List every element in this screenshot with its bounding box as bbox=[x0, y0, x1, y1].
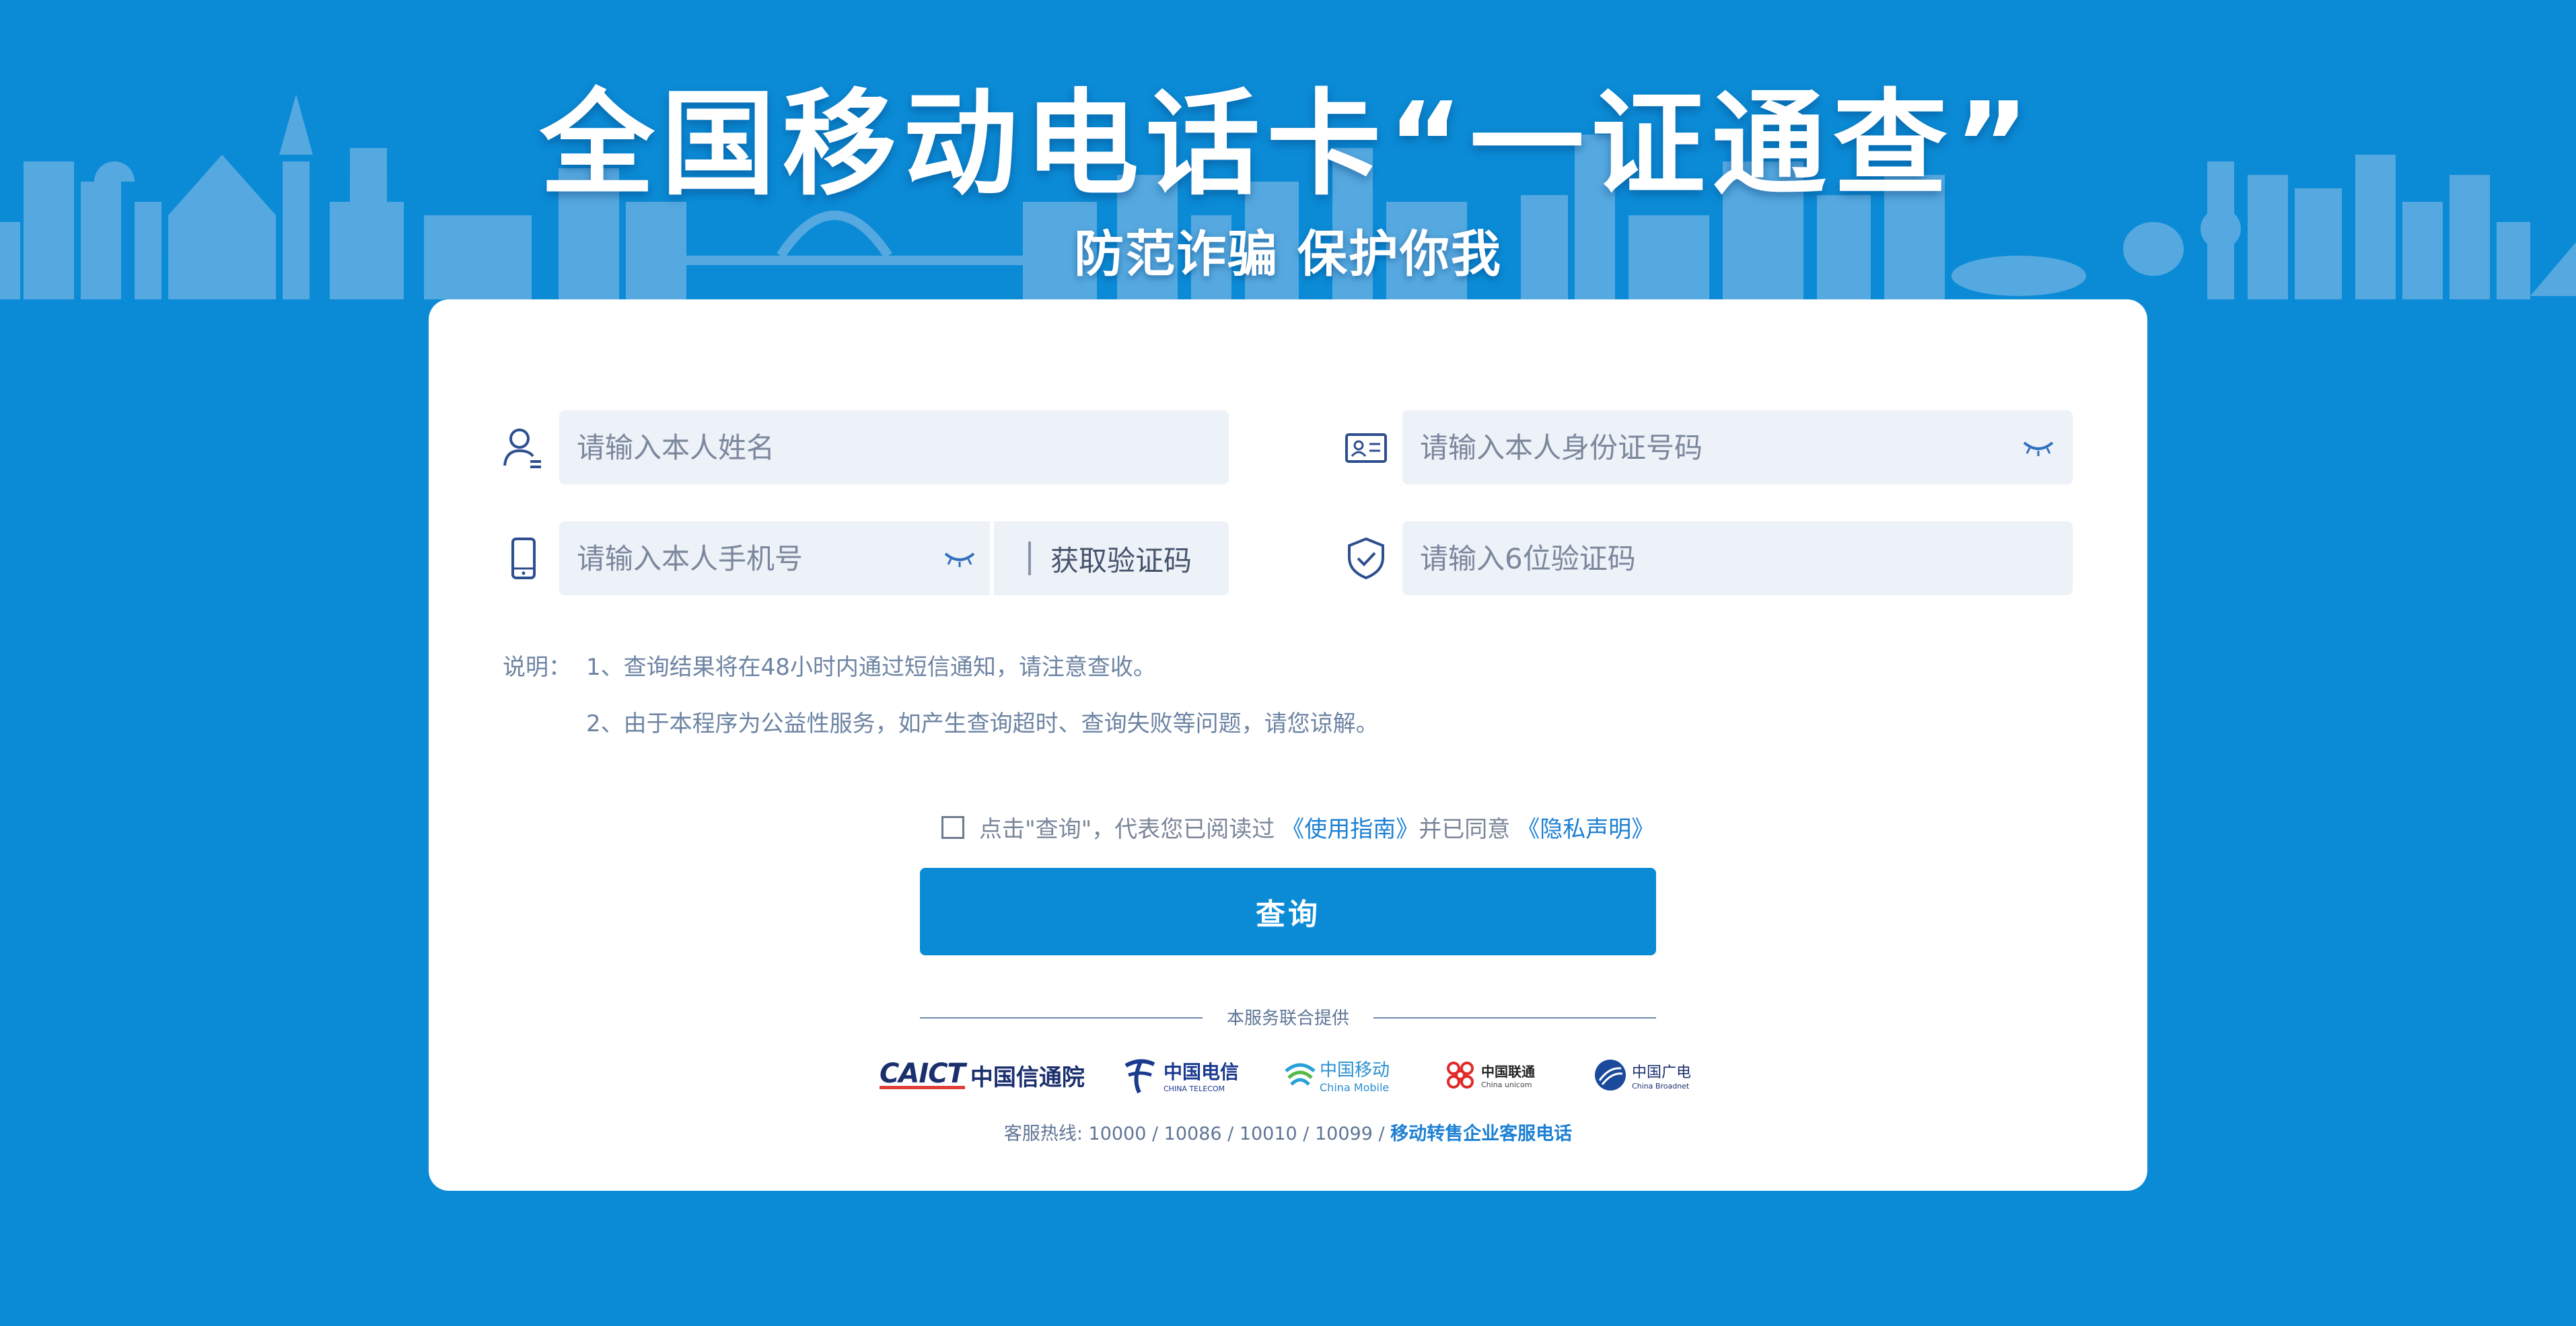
provider-caption: 本服务联合提供 bbox=[920, 1004, 1656, 1029]
agreement-text-middle: 并已同意 bbox=[1419, 816, 1511, 843]
mobile-phone-icon bbox=[511, 538, 536, 579]
hotline-text: 客服热线: 10000 / 10086 / 10010 / 10099 / bbox=[1003, 1124, 1391, 1144]
page-subheadline: 防范诈骗 保护你我 bbox=[1074, 225, 1502, 283]
phone-input-wrapper: 获取验证码 bbox=[559, 521, 1229, 595]
shield-check-icon bbox=[1348, 537, 1384, 580]
divider-bar bbox=[1028, 542, 1031, 575]
agreement-text: 点击"查询"，代表您已阅读过 bbox=[979, 816, 1275, 843]
china-telecom-icon bbox=[1124, 1059, 1155, 1094]
instructions-label: 说明： bbox=[503, 654, 571, 681]
instruction-line-2: 2、由于本程序为公益性服务，如产生查询超时、查询失败等问题，请您谅解。 bbox=[586, 710, 1379, 737]
field-separator bbox=[990, 521, 994, 595]
phone-field-row: 获取验证码 bbox=[499, 521, 1240, 595]
header-banner: 全国移动电话卡“一证通查” 防范诈骗 保护你我 bbox=[0, 0, 2576, 299]
id-input-wrapper bbox=[1402, 410, 2073, 484]
phone-input[interactable] bbox=[575, 541, 928, 576]
id-number-input[interactable] bbox=[1419, 430, 2013, 465]
code-field-row bbox=[1343, 521, 2083, 595]
get-code-button[interactable]: 获取验证码 bbox=[1050, 521, 1192, 595]
code-input-wrapper bbox=[1402, 521, 2073, 595]
user-icon bbox=[503, 429, 541, 468]
china-mobile-icon bbox=[1285, 1063, 1316, 1086]
name-field-row bbox=[499, 410, 1240, 484]
china-unicom-icon bbox=[1447, 1062, 1474, 1089]
query-button[interactable]: 查询 bbox=[920, 868, 1656, 955]
china-mobile-logo: 中国移动 China Mobile bbox=[1283, 1052, 1390, 1099]
page-headline: 全国移动电话卡“一证通查” bbox=[540, 78, 2036, 211]
query-form-card: 获取验证码 说明： 1、查询结果将在48小时内通过短信通知，请注意查收。 2、由… bbox=[429, 299, 2147, 1191]
china-broadnet-logo: 中国广电 China Broadnet bbox=[1593, 1052, 1691, 1099]
user-guide-link[interactable]: 《使用指南》 bbox=[1281, 811, 1419, 844]
mvno-hotline-link[interactable]: 移动转售企业客服电话 bbox=[1390, 1124, 1572, 1144]
agreement-row: 点击"查询"，代表您已阅读过 《使用指南》 并已同意 《隐私声明》 bbox=[941, 811, 1654, 844]
id-card-icon bbox=[1345, 433, 1387, 463]
name-input-wrapper bbox=[559, 410, 1229, 484]
operator-logos: CAICT 中国信通院 中国电信 CHINA TELECOM 中国移动 Chin… bbox=[880, 1052, 1714, 1099]
provider-section: 本服务联合提供 bbox=[920, 1004, 1656, 1031]
id-field-row bbox=[1343, 410, 2083, 484]
china-telecom-logo: 中国电信 CHINA TELECOM bbox=[1120, 1052, 1239, 1099]
instructions: 说明： 1、查询结果将在48小时内通过短信通知，请注意查收。 2、由于本程序为公… bbox=[503, 639, 1579, 753]
instruction-line-1: 1、查询结果将在48小时内通过短信通知，请注意查收。 bbox=[586, 654, 1156, 681]
privacy-policy-link[interactable]: 《隐私声明》 bbox=[1517, 811, 1654, 844]
verification-code-input[interactable] bbox=[1419, 541, 2073, 576]
eye-closed-icon[interactable] bbox=[2022, 437, 2055, 457]
hotline: 客服热线: 10000 / 10086 / 10010 / 10099 / 移动… bbox=[429, 1119, 2147, 1145]
china-unicom-logo: 中国联通 China unicom bbox=[1443, 1052, 1535, 1099]
eye-closed-icon[interactable] bbox=[943, 548, 976, 568]
caict-logo: CAICT 中国信通院 bbox=[880, 1058, 1085, 1091]
name-input[interactable] bbox=[575, 430, 1229, 465]
agreement-checkbox[interactable] bbox=[941, 815, 964, 839]
china-broadnet-icon bbox=[1595, 1060, 1626, 1091]
